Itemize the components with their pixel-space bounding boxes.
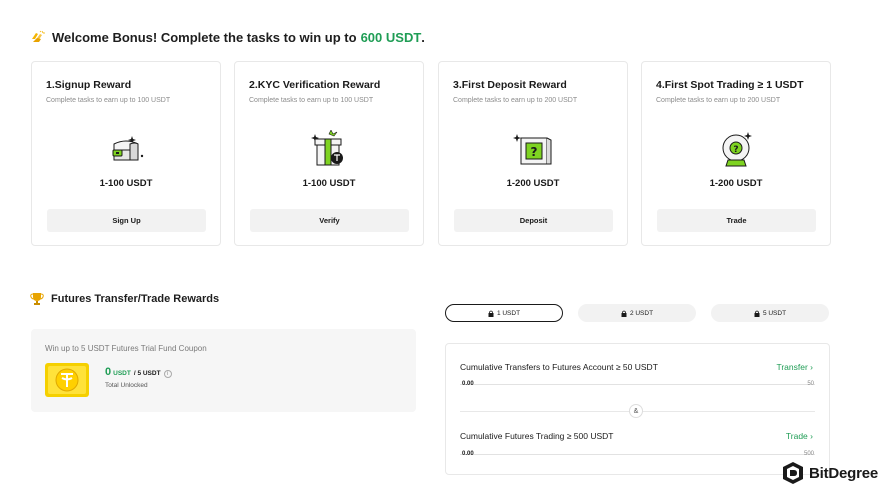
reward-amount: 1-100 USDT [99, 178, 153, 189]
unlocked-value: 0 [105, 366, 112, 378]
tier-tab-1-usdt[interactable]: 1 USDT [445, 304, 563, 322]
tier-label: 1 USDT [496, 309, 521, 317]
kyc-verification-reward-card: 2.KYC Verification Reward Complete tasks… [234, 61, 424, 246]
verify-button[interactable]: Verify [250, 209, 409, 232]
tier-tab-2-usdt[interactable]: 2 USDT [578, 304, 696, 322]
futures-rewards-heading: Futures Transfer/Trade Rewards [30, 291, 219, 307]
transfer-link-label: Transfer [776, 362, 808, 372]
card-title: 1.Signup Reward [46, 79, 132, 91]
card-title: 3.First Deposit Reward [453, 79, 567, 91]
trading-progress-start: 0.00 [462, 451, 474, 457]
transfer-progress-start: 0.00 [462, 381, 474, 387]
card-subtitle: Complete tasks to earn up to 200 USDT [453, 97, 578, 104]
clapping-hands-icon [32, 30, 45, 42]
trade-button[interactable]: Trade [657, 209, 816, 232]
trading-task-title: Cumulative Futures Trading ≥ 500 USDT [460, 431, 614, 441]
tier-label: 2 USDT [629, 309, 654, 317]
unlocked-unit: USDT [113, 370, 131, 377]
and-connector: & [629, 404, 643, 418]
info-icon[interactable]: i [163, 370, 172, 379]
transfer-link[interactable]: Transfer › [776, 362, 813, 372]
card-title: 4.First Spot Trading ≥ 1 USDT [656, 79, 804, 91]
lock-icon [621, 310, 627, 317]
total-unlocked-label: Total Unlocked [105, 382, 148, 389]
card-subtitle: Complete tasks to earn up to 200 USDT [656, 97, 781, 104]
trade-link[interactable]: Trade › [786, 431, 813, 441]
chevron-right-icon: › [810, 362, 813, 372]
card-subtitle: Complete tasks to earn up to 100 USDT [46, 97, 171, 104]
total-amount: / 5 USDT [133, 370, 161, 377]
gift-box-icon [311, 130, 343, 166]
transfer-progress-bar [460, 384, 815, 385]
trading-progress-target: 500 [803, 451, 814, 457]
coupon-title: Win up to 5 USDT Futures Trial Fund Coup… [45, 344, 207, 353]
tier-label: 5 USDT [762, 309, 787, 317]
reward-amount: 1-100 USDT [302, 178, 356, 189]
crystal-ball-icon: ? [722, 132, 752, 167]
futures-rewards-title: Futures Transfer/Trade Rewards [51, 293, 220, 305]
trophy-icon [30, 293, 44, 305]
bitdegree-logo-icon [783, 462, 803, 484]
welcome-bonus-amount: 600 USDT [360, 29, 422, 45]
sign-up-button[interactable]: Sign Up [47, 209, 206, 232]
lock-icon [488, 310, 494, 317]
futures-tasks-panel: Cumulative Transfers to Futures Account … [445, 343, 830, 475]
transfer-task-title: Cumulative Transfers to Futures Account … [460, 362, 658, 372]
futures-coupon-panel: Win up to 5 USDT Futures Trial Fund Coup… [31, 329, 416, 412]
signup-reward-card: 1.Signup Reward Complete tasks to earn u… [31, 61, 221, 246]
treasure-chest-icon [112, 136, 144, 161]
first-deposit-reward-card: 3.First Deposit Reward Complete tasks to… [438, 61, 628, 246]
mystery-box-icon: ? [513, 134, 552, 165]
coupon-unlocked-amount: 0 USDT / 5 USDT i [105, 366, 172, 379]
lock-icon [754, 310, 760, 317]
svg-text:?: ? [531, 145, 538, 159]
reward-amount: 1-200 USDT [709, 178, 763, 189]
deposit-button[interactable]: Deposit [454, 209, 613, 232]
welcome-heading: Welcome Bonus! Complete the tasks to win… [30, 29, 425, 45]
card-subtitle: Complete tasks to earn up to 100 USDT [249, 97, 374, 104]
welcome-text: Welcome Bonus! Complete the tasks to win… [52, 29, 357, 45]
welcome-period: . [421, 29, 425, 45]
transfer-progress-target: 50 [807, 381, 814, 387]
card-title: 2.KYC Verification Reward [249, 79, 381, 91]
chevron-right-icon: › [810, 431, 813, 441]
tier-tab-5-usdt[interactable]: 5 USDT [711, 304, 829, 322]
reward-amount: 1-200 USDT [506, 178, 560, 189]
bitdegree-wordmark: BitDegree [809, 464, 879, 482]
trade-link-label: Trade [785, 431, 808, 441]
usdt-coupon-icon [45, 363, 89, 397]
trading-progress-bar [460, 454, 815, 455]
first-spot-trading-reward-card: 4.First Spot Trading ≥ 1 USDT Complete t… [641, 61, 831, 246]
bitdegree-watermark: BitDegree [782, 461, 878, 485]
svg-text:?: ? [733, 145, 738, 155]
